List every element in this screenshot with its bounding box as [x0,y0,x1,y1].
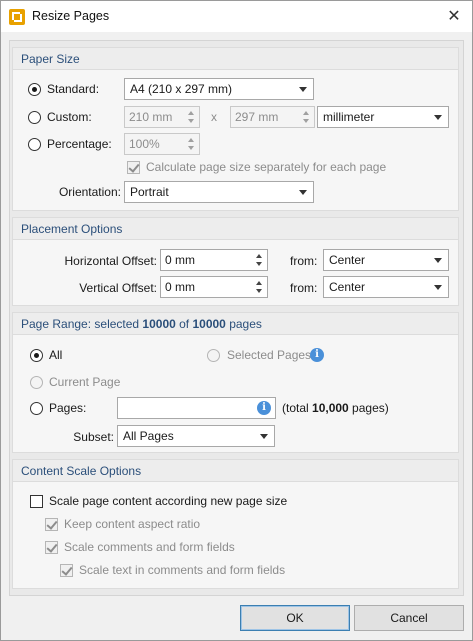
vertical-offset-input[interactable]: 0 mm [160,276,268,298]
scale-text-checkbox[interactable] [60,564,73,577]
vertical-from-select[interactable]: Center [323,276,449,298]
chevron-down-icon [434,285,442,290]
info-icon[interactable]: i [257,401,271,415]
horizontal-offset-value: 0 mm [165,253,195,267]
content-scale-header: Content Scale Options [13,460,458,482]
page-range-header-prefix: Page Range: selected [21,317,143,331]
vertical-offset-label: Vertical Offset: [79,281,157,295]
custom-height-value: 297 mm [235,110,279,124]
selected-pages-label: Selected Pages [227,348,312,362]
spin-up-icon [256,281,262,285]
custom-label: Custom: [47,110,92,124]
close-button[interactable]: ✕ [436,1,472,32]
vertical-offset-value: 0 mm [165,280,195,294]
keep-aspect-label: Keep content aspect ratio [64,517,201,531]
spin-up-icon [188,111,194,115]
chevron-down-icon [299,87,307,92]
percentage-value: 100% [129,137,160,151]
page-range-header-suffix: pages [225,317,262,331]
cancel-button[interactable]: Cancel [354,605,464,631]
keep-aspect-checkbox[interactable] [45,518,58,531]
custom-width-input[interactable]: 210 mm [124,106,200,128]
spin-down-icon [256,262,262,266]
pages-total-label: (total 10,000 pages) [282,401,389,415]
standard-radio[interactable] [28,83,41,96]
chevron-down-icon [299,190,307,195]
scale-comments-label: Scale comments and form fields [64,540,235,554]
placement-header: Placement Options [13,218,458,240]
unit-select[interactable]: millimeter [317,106,449,128]
custom-radio[interactable] [28,111,41,124]
custom-width-value: 210 mm [129,110,173,124]
percentage-label: Percentage: [47,137,112,151]
spin-up-icon [256,254,262,258]
orientation-label: Orientation: [58,185,121,199]
page-range-selected-count: 10000 [142,317,176,331]
title-bar: Resize Pages ✕ [1,1,472,32]
scale-text-label: Scale text in comments and form fields [79,563,286,577]
orientation-value: Portrait [130,185,169,199]
horizontal-from-value: Center [329,253,366,267]
spin-down-icon [188,146,194,150]
chevron-down-icon [434,115,442,120]
subset-select[interactable]: All Pages [117,425,275,447]
info-icon[interactable]: i [310,348,324,362]
selected-pages-radio[interactable] [207,349,220,362]
pages-total-suffix: pages) [348,401,389,415]
spin-down-icon [256,289,262,293]
subset-value: All Pages [123,429,174,443]
pages-total-value: 10,000 [312,401,349,415]
standard-size-select[interactable]: A4 (210 x 297 mm) [124,78,314,100]
horizontal-from-label: from: [290,254,318,268]
percentage-input[interactable]: 100% [124,133,200,155]
ok-button[interactable]: OK [240,605,350,631]
app-resize-icon [9,9,25,25]
orientation-select[interactable]: Portrait [124,181,314,203]
calc-separately-checkbox[interactable] [127,161,140,174]
page-range-header-mid: of [175,317,193,331]
standard-label: Standard: [47,82,100,96]
horizontal-offset-input[interactable]: 0 mm [160,249,268,271]
chevron-down-icon [434,258,442,263]
page-range-total-count: 10000 [192,317,226,331]
pages-radio[interactable] [30,402,43,415]
spin-up-icon [188,138,194,142]
percentage-radio[interactable] [28,138,41,151]
scale-comments-checkbox[interactable] [45,541,58,554]
calc-separately-label: Calculate page size separately for each … [146,160,387,174]
pages-label: Pages: [49,401,87,415]
pages-total-prefix: (total [282,401,313,415]
unit-value: millimeter [323,110,375,124]
resize-pages-dialog: Resize Pages ✕ Paper Size Standard: A4 (… [0,0,473,641]
spin-down-icon [303,119,309,123]
current-page-label: Current Page [49,375,121,389]
scale-content-label: Scale page content according new page si… [49,494,288,508]
custom-separator: x [211,110,217,124]
vertical-from-value: Center [329,280,366,294]
pages-input[interactable]: i [117,397,276,419]
custom-height-input[interactable]: 297 mm [230,106,315,128]
spin-down-icon [188,119,194,123]
current-page-radio[interactable] [30,376,43,389]
all-pages-label: All [49,348,63,362]
spin-up-icon [303,111,309,115]
chevron-down-icon [260,434,268,439]
page-range-header: Page Range: selected 10000 of 10000 page… [13,313,458,335]
vertical-from-label: from: [290,281,318,295]
paper-size-header: Paper Size [13,48,458,70]
all-pages-radio[interactable] [30,349,43,362]
horizontal-from-select[interactable]: Center [323,249,449,271]
scale-content-checkbox[interactable] [30,495,43,508]
standard-size-value: A4 (210 x 297 mm) [130,82,233,96]
subset-label: Subset: [73,430,114,444]
dialog-title: Resize Pages [32,9,110,23]
horizontal-offset-label: Horizontal Offset: [64,254,157,268]
